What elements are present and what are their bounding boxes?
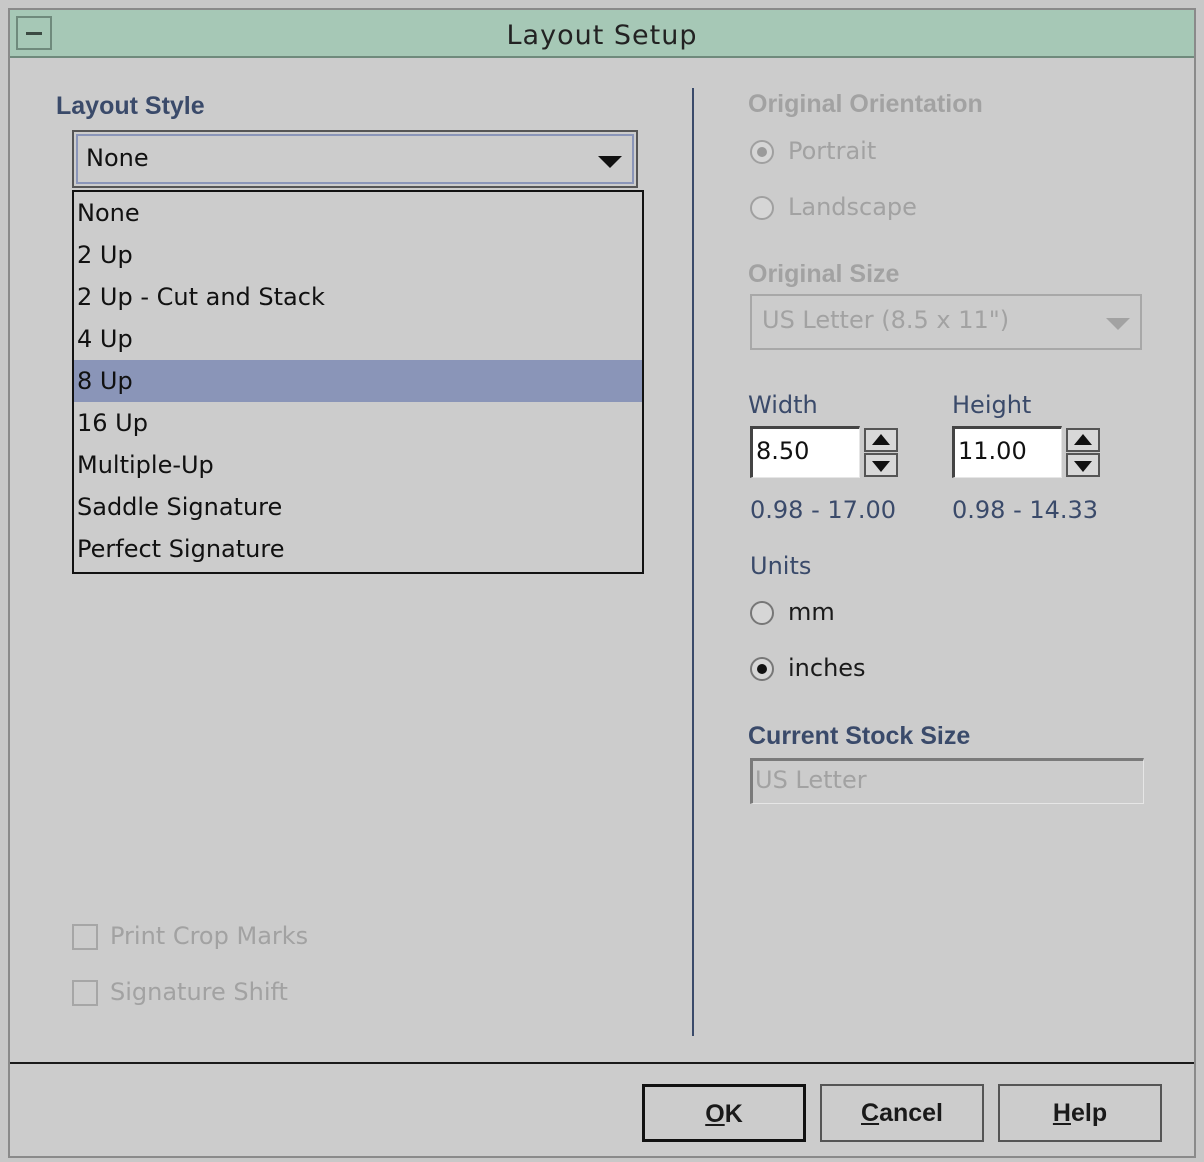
- height-label: Height: [952, 391, 1032, 419]
- title-bar[interactable]: Layout Setup: [10, 10, 1194, 58]
- cancel-label: ancel: [879, 1099, 943, 1127]
- width-decrement-button[interactable]: [864, 453, 898, 477]
- current-stock-size-label: Current Stock Size: [748, 722, 971, 750]
- list-item-highlighted[interactable]: 8 Up: [74, 360, 642, 402]
- width-label: Width: [748, 391, 818, 419]
- list-item[interactable]: 4 Up: [74, 318, 642, 360]
- cancel-button[interactable]: Cancel: [820, 1084, 984, 1142]
- current-stock-size-field: US Letter: [750, 758, 1144, 804]
- print-crop-marks-checkbox[interactable]: [72, 924, 98, 950]
- signature-shift-checkbox[interactable]: [72, 980, 98, 1006]
- chevron-down-icon[interactable]: [598, 156, 622, 168]
- inches-radio[interactable]: [750, 657, 774, 681]
- width-increment-button[interactable]: [864, 428, 898, 452]
- current-stock-size-value: US Letter: [755, 766, 867, 794]
- height-input[interactable]: 11.00: [952, 426, 1062, 478]
- height-increment-button[interactable]: [1066, 428, 1100, 452]
- list-item[interactable]: 2 Up: [74, 234, 642, 276]
- layout-style-options-list[interactable]: None 2 Up 2 Up - Cut and Stack 4 Up 8 Up…: [72, 190, 644, 574]
- arrow-down-icon: [872, 461, 890, 472]
- portrait-label: Portrait: [788, 137, 877, 165]
- signature-shift-label: Signature Shift: [110, 978, 288, 1006]
- portrait-radio[interactable]: [750, 140, 774, 164]
- list-item[interactable]: 2 Up - Cut and Stack: [74, 276, 642, 318]
- original-size-label: Original Size: [748, 260, 900, 288]
- list-item[interactable]: Saddle Signature: [74, 486, 642, 528]
- column-divider: [692, 88, 694, 1036]
- mm-label: mm: [788, 598, 835, 626]
- arrow-up-icon: [1074, 434, 1092, 445]
- help-mnemonic: H: [1052, 1099, 1071, 1127]
- original-orientation-label: Original Orientation: [748, 90, 983, 118]
- ok-label: K: [724, 1100, 743, 1128]
- height-decrement-button[interactable]: [1066, 453, 1100, 477]
- layout-style-label: Layout Style: [56, 92, 205, 120]
- list-item[interactable]: None: [74, 192, 642, 234]
- chevron-down-icon[interactable]: [1106, 318, 1130, 330]
- width-value: 8.50: [756, 437, 810, 465]
- print-crop-marks-label: Print Crop Marks: [110, 922, 309, 950]
- units-label: Units: [750, 552, 812, 580]
- window-title: Layout Setup: [506, 20, 698, 51]
- layout-style-dropdown[interactable]: None: [72, 130, 638, 188]
- ok-mnemonic: O: [705, 1100, 725, 1128]
- mm-radio[interactable]: [750, 601, 774, 625]
- list-item[interactable]: Multiple-Up: [74, 444, 642, 486]
- arrow-up-icon: [872, 434, 890, 445]
- landscape-label: Landscape: [788, 193, 917, 221]
- height-range: 0.98 - 14.33: [952, 496, 1099, 524]
- original-size-dropdown[interactable]: US Letter (8.5 x 11"): [750, 294, 1142, 350]
- list-item[interactable]: Perfect Signature: [74, 528, 642, 570]
- layout-style-selected: None: [86, 144, 149, 172]
- inches-label: inches: [788, 654, 866, 682]
- height-value: 11.00: [958, 437, 1027, 465]
- help-button[interactable]: Help: [998, 1084, 1162, 1142]
- help-label: elp: [1070, 1099, 1108, 1127]
- list-item[interactable]: 16 Up: [74, 402, 642, 444]
- button-bar-divider: [10, 1062, 1194, 1064]
- width-input[interactable]: 8.50: [750, 426, 860, 478]
- landscape-radio[interactable]: [750, 196, 774, 220]
- cancel-mnemonic: C: [861, 1099, 880, 1127]
- original-size-selected: US Letter (8.5 x 11"): [762, 306, 1010, 334]
- ok-button[interactable]: OK: [642, 1084, 806, 1142]
- width-range: 0.98 - 17.00: [750, 496, 897, 524]
- arrow-down-icon: [1074, 461, 1092, 472]
- layout-setup-dialog: Layout Setup Layout Style None None 2 Up…: [8, 8, 1196, 1158]
